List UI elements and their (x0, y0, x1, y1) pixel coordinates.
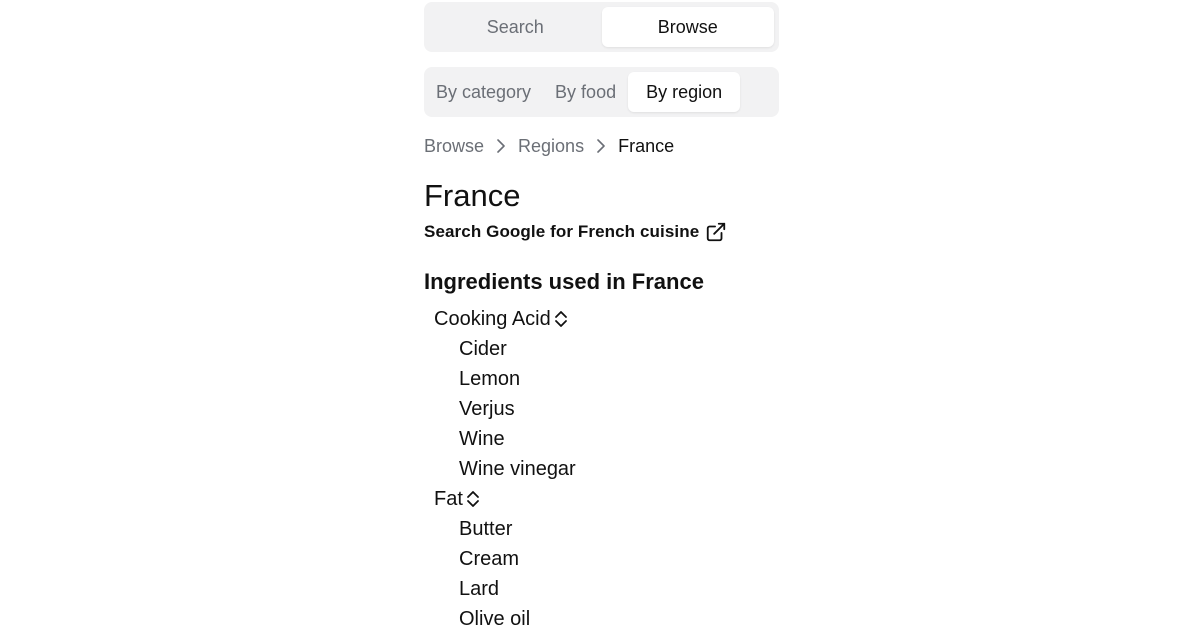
list-item[interactable]: Cream (434, 544, 779, 574)
breadcrumb: Browse Regions France (424, 134, 779, 158)
tab-by-food[interactable]: By food (543, 72, 628, 112)
list-item[interactable]: Lemon (434, 364, 779, 394)
google-search-link[interactable]: Search Google for French cuisine (424, 220, 779, 244)
group-name: Cooking Acid (434, 307, 551, 330)
group-header-cooking-acid[interactable]: Cooking Acid (434, 304, 779, 334)
group-name: Fat (434, 487, 463, 510)
google-search-link-label: Search Google for French cuisine (424, 222, 700, 241)
list-item[interactable]: Cider (434, 334, 779, 364)
chevron-right-icon (496, 139, 506, 153)
tab-by-region[interactable]: By region (628, 72, 741, 112)
breadcrumb-browse[interactable]: Browse (424, 136, 484, 157)
external-link-icon (705, 221, 727, 243)
list-item[interactable]: Wine (434, 424, 779, 454)
list-item[interactable]: Wine vinegar (434, 454, 779, 484)
list-item[interactable]: Lard (434, 574, 779, 604)
section-title: Ingredients used in France (424, 269, 704, 294)
chevron-right-icon (596, 139, 606, 153)
tab-browse[interactable]: Browse (601, 7, 774, 47)
ingredient-group: Cooking Acid Cider Lemon Verjus Wine Win… (424, 304, 779, 634)
list-item[interactable]: Butter (434, 514, 779, 544)
list-item[interactable]: Verjus (434, 394, 779, 424)
breadcrumb-regions[interactable]: Regions (518, 136, 584, 157)
page-title: France (424, 178, 521, 213)
tab-by-category[interactable]: By category (429, 72, 543, 112)
chevron-up-down-icon (466, 489, 480, 509)
breadcrumb-current: France (618, 135, 675, 156)
browse-panel: Search Browse By category By food By reg… (424, 2, 779, 634)
chevron-up-down-icon (554, 309, 568, 329)
tab-search[interactable]: Search (429, 7, 602, 47)
mode-tabs: Search Browse (424, 2, 779, 52)
group-header-fat[interactable]: Fat (434, 484, 779, 514)
browse-mode-tabs: By category By food By region (424, 67, 779, 117)
